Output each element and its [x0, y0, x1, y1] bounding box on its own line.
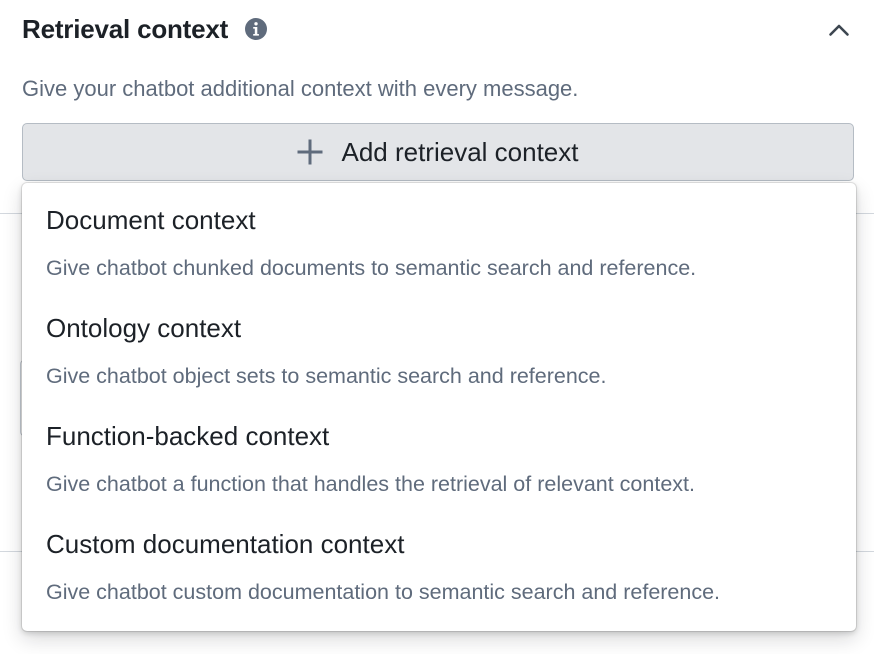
menu-item-title: Ontology context — [46, 313, 242, 343]
menu-item-description: Give chatbot chunked documents to semant… — [46, 256, 697, 280]
chevron-up-icon[interactable] — [826, 17, 852, 43]
menu-item-description: Give chatbot custom documentation to sem… — [46, 580, 721, 604]
retrieval-context-menu: Document context Give chatbot chunked do… — [22, 183, 856, 631]
menu-item-custom-documentation-context[interactable]: Custom documentation context Give chatbo… — [22, 507, 856, 615]
menu-item-function-backed-context[interactable]: Function-backed context Give chatbot a f… — [22, 399, 856, 507]
add-button-label: Add retrieval context — [341, 136, 579, 167]
section-header: Retrieval context — [22, 8, 856, 50]
menu-item-title: Document context — [46, 205, 256, 235]
menu-item-title: Custom documentation context — [46, 529, 405, 559]
menu-item-document-context[interactable]: Document context Give chatbot chunked do… — [22, 183, 856, 291]
menu-item-ontology-context[interactable]: Ontology context Give chatbot object set… — [22, 291, 856, 399]
menu-item-description: Give chatbot a function that handles the… — [46, 472, 695, 496]
menu-item-title: Function-backed context — [46, 421, 330, 451]
retrieval-context-panel: Retrieval context Give your chatbot addi… — [0, 0, 874, 654]
menu-item-description: Give chatbot object sets to semantic sea… — [46, 364, 607, 388]
info-icon[interactable] — [244, 17, 268, 41]
plus-icon — [297, 139, 323, 165]
section-description: Give your chatbot additional context wit… — [22, 76, 579, 101]
section-title: Retrieval context — [22, 13, 229, 44]
add-retrieval-context-button[interactable]: Add retrieval context — [22, 123, 854, 181]
